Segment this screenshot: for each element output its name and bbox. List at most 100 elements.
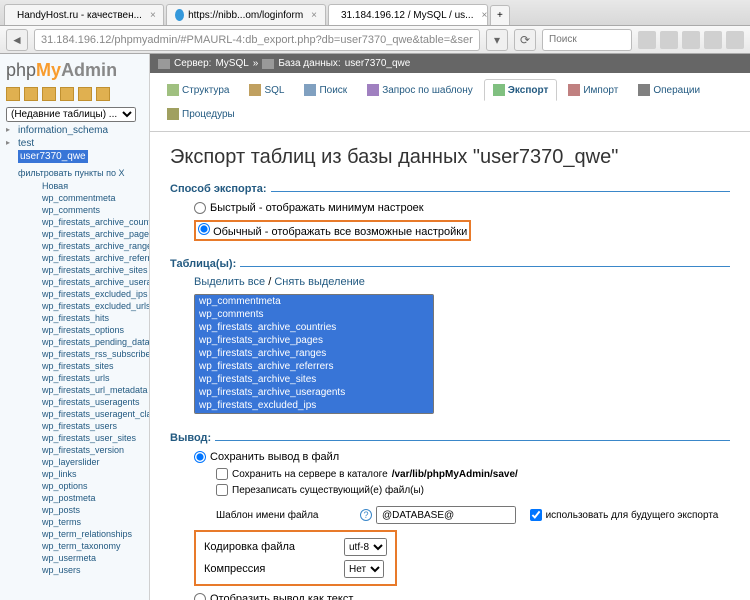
table-node[interactable]: wp_usermeta (14, 552, 149, 564)
tab-operations[interactable]: Операции (629, 79, 709, 101)
tab-procedures[interactable]: Процедуры (158, 103, 244, 125)
gear-icon (638, 84, 650, 96)
table-node[interactable]: wp_postmeta (14, 492, 149, 504)
url-input[interactable] (34, 29, 480, 51)
breadcrumb-label: Сервер: (174, 58, 211, 69)
page-title: Экспорт таблиц из базы данных "user7370_… (170, 146, 730, 169)
tab-sql[interactable]: SQL (240, 79, 293, 101)
table-icon (167, 84, 179, 96)
settings-icon[interactable] (78, 87, 92, 101)
tab-search[interactable]: Поиск (295, 79, 356, 101)
browser-tab-active[interactable]: 31.184.196.12 / MySQL / us...× (328, 4, 488, 25)
table-node[interactable]: wp_firestats_sites (14, 360, 149, 372)
table-node[interactable]: wp_firestats_users (14, 420, 149, 432)
field-label: Шаблон имени файла (216, 510, 356, 521)
db-node-selected[interactable]: user7370_qwe (18, 150, 88, 163)
grid-icon[interactable] (682, 31, 700, 49)
browser-tab[interactable]: https://nibb...om/loginform × (166, 4, 326, 25)
new-table-link[interactable]: Новая (14, 180, 149, 192)
reload-button[interactable]: ⟳ (514, 29, 536, 51)
table-node[interactable]: wp_firestats_pending_data (14, 336, 149, 348)
recent-tables-select[interactable]: (Недавние таблицы) ... (6, 107, 136, 122)
sql-icon (249, 84, 261, 96)
back-button[interactable]: ◄ (6, 29, 28, 51)
unselect-all-link[interactable]: Снять выделение (274, 276, 365, 288)
table-node[interactable]: wp_firestats_archive_ranges (14, 240, 149, 252)
reload-icon[interactable] (96, 87, 110, 101)
table-node[interactable]: wp_firestats_excluded_urls (14, 300, 149, 312)
table-node[interactable]: wp_commentmeta (14, 192, 149, 204)
close-icon[interactable]: × (150, 10, 156, 21)
encoding-select[interactable]: utf-8 (344, 538, 387, 556)
table-node[interactable]: wp_term_taxonomy (14, 540, 149, 552)
filter-row[interactable]: фильтровать пункты по X (14, 166, 149, 180)
table-node[interactable]: wp_options (14, 480, 149, 492)
home-icon[interactable] (660, 31, 678, 49)
table-node[interactable]: wp_links (14, 468, 149, 480)
close-icon[interactable]: × (311, 10, 317, 21)
new-tab-button[interactable]: + (490, 5, 510, 25)
breadcrumb-db[interactable]: user7370_qwe (345, 58, 411, 69)
tab-export[interactable]: Экспорт (484, 79, 558, 101)
table-node[interactable]: wp_firestats_options (14, 324, 149, 336)
table-node[interactable]: wp_firestats_archive_countries (14, 216, 149, 228)
section-legend: Таблица(ы): (170, 258, 240, 274)
table-node[interactable]: wp_layerslider (14, 456, 149, 468)
table-node[interactable]: wp_firestats_archive_useragents (14, 276, 149, 288)
table-node[interactable]: wp_comments (14, 204, 149, 216)
option-label: Сохранить вывод в файл (210, 451, 339, 463)
sql-icon[interactable] (42, 87, 56, 101)
select-all-link[interactable]: Выделить все (194, 276, 265, 288)
star-icon[interactable] (704, 31, 722, 49)
sidebar-quick-icons (0, 87, 149, 105)
table-node[interactable]: wp_firestats_hits (14, 312, 149, 324)
tab-structure[interactable]: Структура (158, 79, 238, 101)
home-icon[interactable] (6, 87, 20, 101)
tab-query[interactable]: Запрос по шаблону (358, 79, 482, 101)
future-checkbox[interactable] (530, 509, 542, 521)
tools-icon[interactable] (726, 31, 744, 49)
close-icon[interactable]: × (482, 10, 488, 21)
table-node[interactable]: wp_terms (14, 516, 149, 528)
cloud-icon[interactable] (638, 31, 656, 49)
table-node[interactable]: wp_firestats_user_sites (14, 432, 149, 444)
table-node[interactable]: wp_firestats_useragent_classes (14, 408, 149, 420)
table-node[interactable]: wp_firestats_urls (14, 372, 149, 384)
logout-icon[interactable] (24, 87, 38, 101)
overwrite-checkbox[interactable] (216, 484, 228, 496)
table-node[interactable]: wp_firestats_excluded_ips (14, 288, 149, 300)
option-label: Обычный - отображать все возможные настр… (213, 226, 467, 238)
table-node[interactable]: wp_firestats_version (14, 444, 149, 456)
sidebar: phpMyAdmin (Недавние таблицы) ... inform… (0, 54, 150, 600)
tables-multiselect[interactable]: wp_commentmetawp_commentswp_firestats_ar… (194, 294, 434, 414)
db-node[interactable]: information_schema (0, 124, 149, 137)
logo-my: My (36, 60, 61, 80)
table-node[interactable]: wp_firestats_archive_sites (14, 264, 149, 276)
dropdown-button[interactable]: ▾ (486, 29, 508, 51)
option-label: Перезаписать существующий(е) файл(ы) (232, 485, 424, 496)
table-node[interactable]: wp_users (14, 564, 149, 576)
compression-select[interactable]: Нет (344, 560, 384, 578)
as-text-radio[interactable] (194, 593, 206, 600)
breadcrumb-server[interactable]: MySQL (215, 58, 248, 69)
filename-template-input[interactable] (376, 506, 516, 524)
table-node[interactable]: wp_firestats_archive_referrers (14, 252, 149, 264)
method-custom-radio[interactable] (198, 223, 210, 235)
table-node[interactable]: wp_term_relationships (14, 528, 149, 540)
browser-tab[interactable]: HandyHost.ru - качествен...× (4, 4, 164, 25)
help-icon[interactable]: ? (360, 509, 372, 521)
table-node[interactable]: wp_firestats_useragents (14, 396, 149, 408)
db-node[interactable]: test (0, 137, 149, 150)
browser-search[interactable] (542, 29, 632, 51)
table-node[interactable]: wp_firestats_archive_pages (14, 228, 149, 240)
save-file-radio[interactable] (194, 451, 206, 463)
tab-import[interactable]: Импорт (559, 79, 627, 101)
table-node[interactable]: wp_posts (14, 504, 149, 516)
docs-icon[interactable] (60, 87, 74, 101)
save-server-checkbox[interactable] (216, 468, 228, 480)
method-quick-radio[interactable] (194, 202, 206, 214)
query-icon (367, 84, 379, 96)
tab-label: https://nibb...om/loginform (188, 10, 303, 21)
table-node[interactable]: wp_firestats_rss_subscribers (14, 348, 149, 360)
table-node[interactable]: wp_firestats_url_metadata (14, 384, 149, 396)
